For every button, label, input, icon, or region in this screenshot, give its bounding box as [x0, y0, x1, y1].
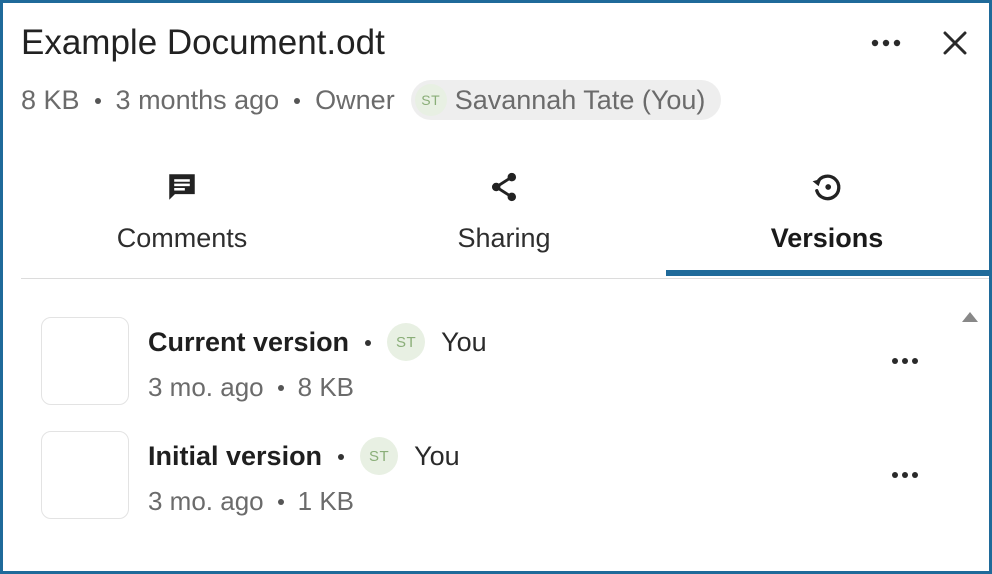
- tab-versions[interactable]: Versions: [666, 153, 988, 277]
- details-tabs: Comments Sharing Versions: [21, 153, 989, 277]
- file-details-panel: Example Document.odt 8 KB 3 months ago O…: [0, 0, 992, 574]
- version-more-button[interactable]: [883, 343, 927, 379]
- separator-dot: [338, 454, 345, 460]
- scroll-up-button[interactable]: [959, 308, 981, 326]
- more-horizontal-icon: [892, 472, 918, 478]
- file-size: 8 KB: [21, 84, 80, 115]
- version-name: Initial version: [148, 440, 323, 471]
- version-more-button[interactable]: [883, 457, 927, 493]
- share-icon: [491, 172, 517, 202]
- version-size: 1 KB: [297, 485, 355, 516]
- active-tab-indicator: [666, 270, 989, 276]
- owner-chip[interactable]: ST Savannah Tate (You): [410, 80, 722, 120]
- version-item-initial[interactable]: Initial version ST You 3 mo. ago 1 KB: [41, 431, 931, 523]
- separator-dot: [94, 98, 101, 104]
- version-thumbnail: [41, 317, 129, 405]
- close-button[interactable]: [933, 23, 977, 63]
- tab-label: Versions: [770, 223, 884, 253]
- more-horizontal-icon: [892, 358, 918, 364]
- owner-name: Savannah Tate (You): [454, 84, 706, 115]
- tab-sharing[interactable]: Sharing: [343, 153, 665, 277]
- version-age: 3 mo. ago: [148, 371, 264, 402]
- file-title: Example Document.odt: [21, 23, 385, 62]
- divider: [21, 278, 989, 279]
- separator-dot: [365, 340, 372, 346]
- file-modified: 3 months ago: [115, 84, 280, 115]
- history-icon: [812, 174, 841, 201]
- file-meta: 8 KB 3 months ago Owner ST Savannah Tate…: [21, 79, 722, 121]
- triangle-up-icon: [962, 312, 978, 322]
- separator-dot: [294, 98, 301, 104]
- version-author: You: [441, 326, 487, 357]
- more-horizontal-icon: [871, 39, 901, 47]
- version-author: You: [414, 440, 460, 471]
- version-age: 3 mo. ago: [148, 485, 264, 516]
- more-actions-button[interactable]: [865, 25, 907, 61]
- version-size: 8 KB: [297, 371, 355, 402]
- owner-label: Owner: [315, 84, 395, 115]
- comment-icon: [169, 174, 195, 200]
- author-avatar: ST: [387, 323, 426, 361]
- close-icon: [943, 31, 967, 55]
- author-avatar: ST: [360, 437, 399, 475]
- tab-label: Comments: [116, 223, 248, 253]
- version-thumbnail: [41, 431, 129, 519]
- separator-dot: [277, 499, 284, 505]
- tab-comments[interactable]: Comments: [21, 153, 343, 277]
- tab-label: Sharing: [457, 223, 551, 253]
- separator-dot: [277, 385, 284, 391]
- version-item-current[interactable]: Current version ST You 3 mo. ago 8 KB: [41, 317, 931, 409]
- version-name: Current version: [148, 326, 350, 357]
- owner-avatar: ST: [414, 84, 447, 116]
